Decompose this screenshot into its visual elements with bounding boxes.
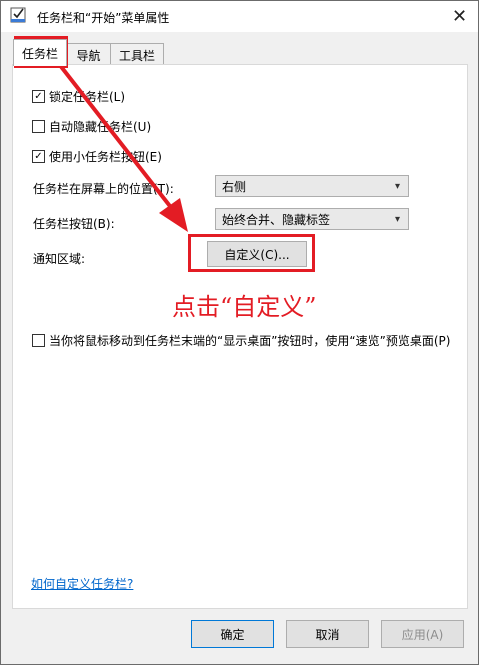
peek-checkbox[interactable] [32,334,45,347]
close-icon: ✕ [451,6,468,27]
ok-button-label: 确定 [220,627,245,642]
notification-area-label: 通知区域: [33,252,86,266]
position-value: 右侧 [222,179,247,194]
ok-button[interactable]: 确定 [191,620,274,648]
chevron-down-icon: ▾ [394,180,400,192]
position-select[interactable]: 右侧 ▾ [215,175,409,197]
button-highlight-box [188,234,315,272]
title-bar[interactable]: 任务栏和“开始”菜单属性 ✕ [1,1,478,32]
chevron-down-icon: ▾ [394,213,400,225]
arrow-annotation-icon [57,62,188,232]
annotation-text: 点击“自定义” [172,293,317,321]
tab-label: 任务栏 [21,46,58,61]
taskbar-buttons-select[interactable]: 始终合并、隐藏标签 ▾ [215,208,409,230]
tab-taskbar[interactable]: 任务栏 [13,39,67,66]
auto-hide-checkbox[interactable] [32,120,45,133]
taskbar-properties-icon [10,7,26,23]
peek-option[interactable]: 当你将鼠标移动到任务栏末端的“显示桌面”按钮时，使用“速览”预览桌面(P) [32,332,450,349]
cancel-button[interactable]: 取消 [286,620,369,648]
close-button[interactable]: ✕ [441,1,478,32]
window-title: 任务栏和“开始”菜单属性 [37,11,170,25]
apply-button-label: 应用(A) [401,627,444,642]
customize-help-link[interactable]: 如何自定义任务栏? [31,575,133,592]
peek-label: 当你将鼠标移动到任务栏末端的“显示桌面”按钮时，使用“速览”预览桌面(P) [49,334,451,348]
apply-button[interactable]: 应用(A) [381,620,464,648]
small-buttons-checkbox[interactable]: ✓ [32,150,45,163]
taskbar-buttons-value: 始终合并、隐藏标签 [222,212,331,227]
lock-taskbar-checkbox[interactable]: ✓ [32,90,45,103]
cancel-button-label: 取消 [315,627,340,642]
